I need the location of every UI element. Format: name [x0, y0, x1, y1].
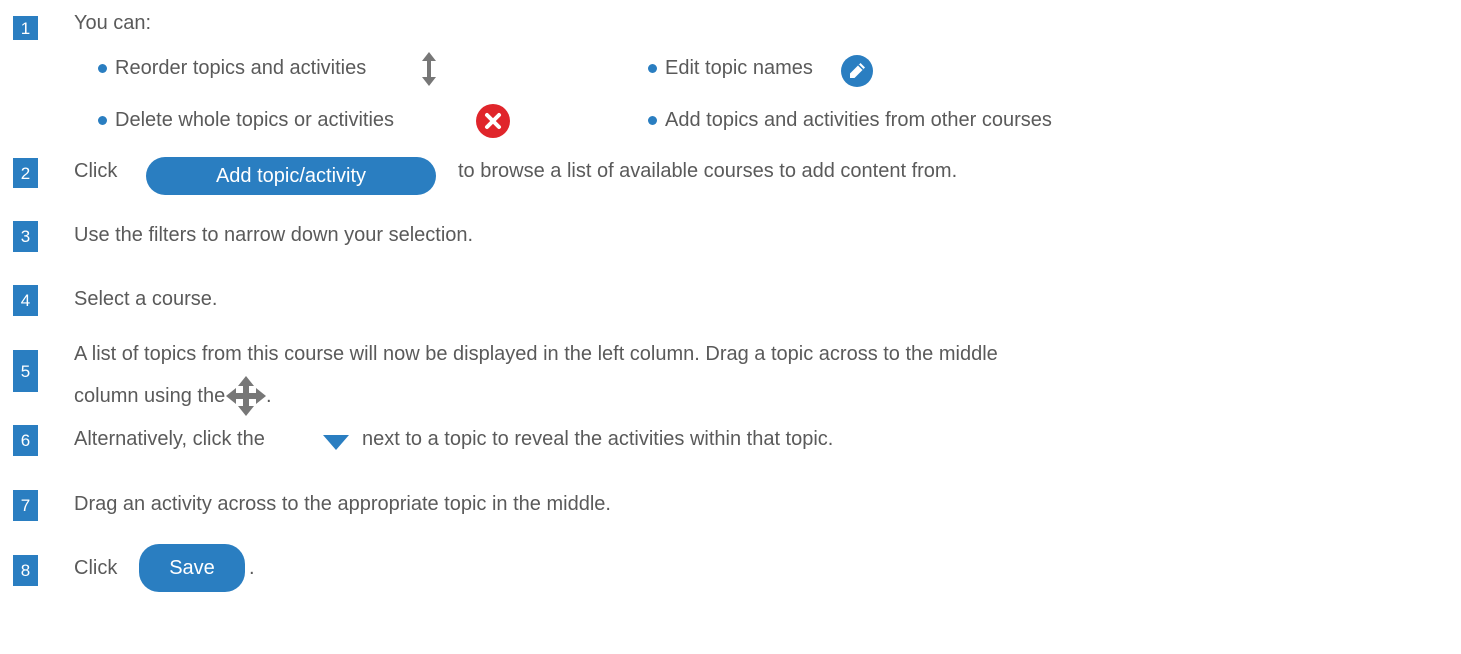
- bullet-edit: Edit topic names: [648, 57, 813, 80]
- bullet-dot: [648, 64, 657, 73]
- bullet-reorder: Reorder topics and activities: [98, 57, 366, 80]
- save-button[interactable]: Save: [139, 544, 245, 592]
- add-topic-activity-button[interactable]: Add topic/activity: [146, 157, 436, 195]
- delete-x-icon: [476, 104, 510, 138]
- step-number-4: 4: [13, 285, 38, 316]
- step-1-text: You can:: [74, 12, 152, 34]
- bullet-dot: [98, 116, 107, 125]
- bullet-edit-text: Edit topic names: [665, 57, 813, 79]
- step-5-line-1: A list of topics from this course will n…: [74, 343, 998, 365]
- step-number-3: 3: [13, 221, 38, 252]
- step-4-text: Select a course.: [74, 288, 218, 310]
- step-2-text-after: to browse a list of available courses to…: [458, 160, 958, 182]
- step-3-text: Use the filters to narrow down your sele…: [74, 224, 474, 246]
- triangle-down-icon: [323, 435, 349, 450]
- reorder-arrow-icon: [422, 52, 436, 86]
- pencil-icon: [841, 55, 873, 87]
- step-number-6: 6: [13, 425, 38, 456]
- step-2-text-before: Click: [74, 160, 118, 182]
- step-number-2: 2: [13, 158, 38, 188]
- bullet-add-other: Add topics and activities from other cou…: [648, 109, 1052, 132]
- step-5-line-2-end: .: [266, 385, 272, 407]
- step-number-8: 8: [13, 555, 38, 586]
- step-6-text-before: Alternatively, click the: [74, 428, 265, 450]
- bullet-add-other-text: Add topics and activities from other cou…: [665, 109, 1052, 131]
- step-8-text-after: .: [249, 557, 255, 579]
- bullet-dot: [648, 116, 657, 125]
- step-number-5: 5: [13, 350, 38, 392]
- bullet-delete: Delete whole topics or activities: [98, 109, 394, 132]
- step-5-line-2: column using the: [74, 385, 226, 407]
- step-6-text-after: next to a topic to reveal the activities…: [362, 428, 834, 450]
- bullet-dot: [98, 64, 107, 73]
- bullet-reorder-text: Reorder topics and activities: [115, 57, 367, 79]
- step-7-text: Drag an activity across to the appropria…: [74, 493, 611, 515]
- step-8-text-before: Click: [74, 557, 118, 579]
- step-number-1: 1: [13, 16, 38, 40]
- bullet-delete-text: Delete whole topics or activities: [115, 109, 395, 131]
- move-arrows-icon: [226, 376, 266, 416]
- step-number-7: 7: [13, 490, 38, 521]
